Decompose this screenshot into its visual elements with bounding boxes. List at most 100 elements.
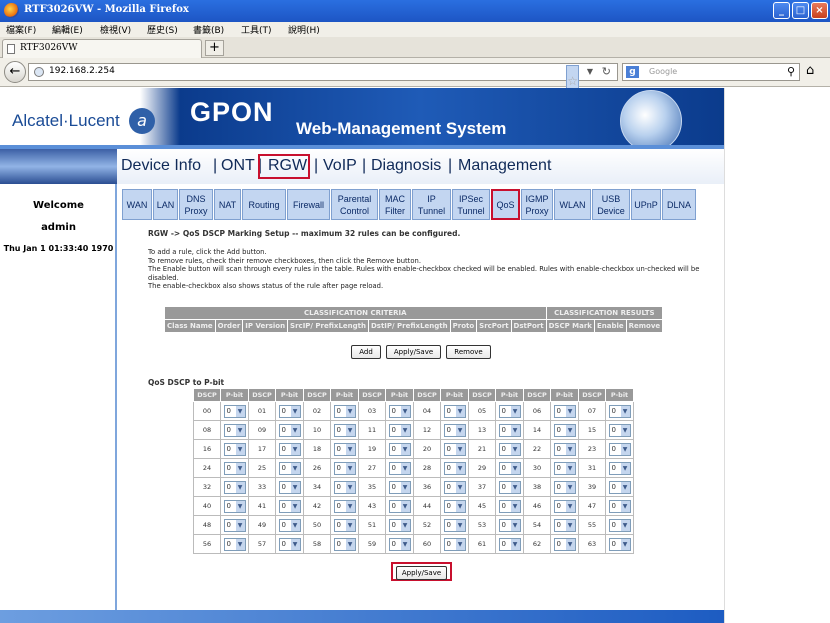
pbit-select[interactable]: 0 ▼ xyxy=(278,499,301,513)
pbit-select[interactable]: 0 ▼ xyxy=(608,423,631,437)
pbit-select[interactable]: 0 ▼ xyxy=(498,499,521,513)
chevron-down-icon[interactable]: ▼ xyxy=(455,538,465,550)
google-icon[interactable]: g xyxy=(626,66,639,78)
chevron-down-icon[interactable]: ▼ xyxy=(455,443,465,455)
chevron-down-icon[interactable]: ▼ xyxy=(510,538,520,550)
pbit-select[interactable]: 0 ▼ xyxy=(443,404,466,418)
chevron-down-icon[interactable]: ▼ xyxy=(400,538,410,550)
close-button[interactable]: × xyxy=(811,2,828,19)
apply-save-bottom-button[interactable]: Apply/Save xyxy=(396,566,447,580)
pbit-select[interactable]: 0 ▼ xyxy=(553,480,576,494)
pbit-select[interactable]: 0 ▼ xyxy=(553,442,576,456)
pbit-select[interactable]: 0 ▼ xyxy=(608,537,631,551)
chevron-down-icon[interactable]: ▼ xyxy=(565,500,575,512)
chevron-down-icon[interactable]: ▼ xyxy=(290,443,300,455)
tab-dlna[interactable]: DLNA xyxy=(662,189,696,220)
pbit-select[interactable]: 0 ▼ xyxy=(608,499,631,513)
pbit-select[interactable]: 0 ▼ xyxy=(608,480,631,494)
pbit-select[interactable]: 0 ▼ xyxy=(278,404,301,418)
chevron-down-icon[interactable]: ▼ xyxy=(510,405,520,417)
pbit-select[interactable]: 0 ▼ xyxy=(223,499,246,513)
menu-management[interactable]: Management xyxy=(458,157,551,175)
menu-edit[interactable]: 編輯(E) xyxy=(52,23,83,36)
pbit-select[interactable]: 0 ▼ xyxy=(223,518,246,532)
tab-lan[interactable]: LAN xyxy=(153,189,178,220)
reload-icon[interactable]: ↻ xyxy=(602,65,611,78)
chevron-down-icon[interactable]: ▼ xyxy=(345,462,355,474)
chevron-down-icon[interactable]: ▼ xyxy=(620,500,630,512)
chevron-down-icon[interactable]: ▼ xyxy=(510,500,520,512)
chevron-down-icon[interactable]: ▼ xyxy=(620,424,630,436)
browser-tab[interactable]: RTF3026VW xyxy=(2,39,202,58)
chevron-down-icon[interactable]: ▼ xyxy=(587,67,593,76)
tab-routing[interactable]: Routing xyxy=(242,189,286,220)
pbit-select[interactable]: 0 ▼ xyxy=(223,423,246,437)
pbit-select[interactable]: 0 ▼ xyxy=(278,442,301,456)
chevron-down-icon[interactable]: ▼ xyxy=(235,462,245,474)
chevron-down-icon[interactable]: ▼ xyxy=(400,519,410,531)
menu-view[interactable]: 檢視(V) xyxy=(100,23,131,36)
tab-igmp-proxy[interactable]: IGMP Proxy xyxy=(521,189,553,220)
chevron-down-icon[interactable]: ▼ xyxy=(345,481,355,493)
apply-save-button[interactable]: Apply/Save xyxy=(386,345,441,359)
chevron-down-icon[interactable]: ▼ xyxy=(455,405,465,417)
tab-nat[interactable]: NAT xyxy=(214,189,241,220)
pbit-select[interactable]: 0 ▼ xyxy=(333,480,356,494)
chevron-down-icon[interactable]: ▼ xyxy=(235,405,245,417)
chevron-down-icon[interactable]: ▼ xyxy=(455,519,465,531)
pbit-select[interactable]: 0 ▼ xyxy=(553,537,576,551)
chevron-down-icon[interactable]: ▼ xyxy=(620,538,630,550)
pbit-select[interactable]: 0 ▼ xyxy=(388,480,411,494)
chevron-down-icon[interactable]: ▼ xyxy=(345,405,355,417)
pbit-select[interactable]: 0 ▼ xyxy=(278,518,301,532)
tab-usb-device[interactable]: USB Device xyxy=(592,189,630,220)
tab-ip-tunnel[interactable]: IP Tunnel xyxy=(412,189,451,220)
pbit-select[interactable]: 0 ▼ xyxy=(388,537,411,551)
pbit-select[interactable]: 0 ▼ xyxy=(388,442,411,456)
chevron-down-icon[interactable]: ▼ xyxy=(455,462,465,474)
pbit-select[interactable]: 0 ▼ xyxy=(443,423,466,437)
chevron-down-icon[interactable]: ▼ xyxy=(455,424,465,436)
pbit-select[interactable]: 0 ▼ xyxy=(498,518,521,532)
chevron-down-icon[interactable]: ▼ xyxy=(235,443,245,455)
pbit-select[interactable]: 0 ▼ xyxy=(443,537,466,551)
chevron-down-icon[interactable]: ▼ xyxy=(620,481,630,493)
menu-bookmarks[interactable]: 書籤(B) xyxy=(193,23,224,36)
chevron-down-icon[interactable]: ▼ xyxy=(235,424,245,436)
tab-dns-proxy[interactable]: DNS Proxy xyxy=(179,189,213,220)
menu-help[interactable]: 說明(H) xyxy=(288,23,320,36)
chevron-down-icon[interactable]: ▼ xyxy=(510,519,520,531)
pbit-select[interactable]: 0 ▼ xyxy=(498,423,521,437)
chevron-down-icon[interactable]: ▼ xyxy=(620,405,630,417)
pbit-select[interactable]: 0 ▼ xyxy=(388,423,411,437)
tab-upnp[interactable]: UPnP xyxy=(631,189,661,220)
chevron-down-icon[interactable]: ▼ xyxy=(345,424,355,436)
pbit-select[interactable]: 0 ▼ xyxy=(333,499,356,513)
chevron-down-icon[interactable]: ▼ xyxy=(290,538,300,550)
chevron-down-icon[interactable]: ▼ xyxy=(620,462,630,474)
pbit-select[interactable]: 0 ▼ xyxy=(608,442,631,456)
chevron-down-icon[interactable]: ▼ xyxy=(510,481,520,493)
tab-wlan[interactable]: WLAN xyxy=(554,189,591,220)
pbit-select[interactable]: 0 ▼ xyxy=(333,461,356,475)
chevron-down-icon[interactable]: ▼ xyxy=(400,462,410,474)
chevron-down-icon[interactable]: ▼ xyxy=(290,519,300,531)
menu-history[interactable]: 歷史(S) xyxy=(147,23,178,36)
chevron-down-icon[interactable]: ▼ xyxy=(565,405,575,417)
pbit-select[interactable]: 0 ▼ xyxy=(443,442,466,456)
back-button[interactable]: ← xyxy=(4,61,26,83)
pbit-select[interactable]: 0 ▼ xyxy=(388,518,411,532)
chevron-down-icon[interactable]: ▼ xyxy=(290,481,300,493)
pbit-select[interactable]: 0 ▼ xyxy=(388,404,411,418)
chevron-down-icon[interactable]: ▼ xyxy=(235,500,245,512)
menu-ont[interactable]: ONT xyxy=(221,157,255,175)
tab-wan[interactable]: WAN xyxy=(122,189,152,220)
chevron-down-icon[interactable]: ▼ xyxy=(400,405,410,417)
pbit-select[interactable]: 0 ▼ xyxy=(553,404,576,418)
pbit-select[interactable]: 0 ▼ xyxy=(388,499,411,513)
pbit-select[interactable]: 0 ▼ xyxy=(223,537,246,551)
chevron-down-icon[interactable]: ▼ xyxy=(345,500,355,512)
chevron-down-icon[interactable]: ▼ xyxy=(345,443,355,455)
chevron-down-icon[interactable]: ▼ xyxy=(565,443,575,455)
pbit-select[interactable]: 0 ▼ xyxy=(553,518,576,532)
